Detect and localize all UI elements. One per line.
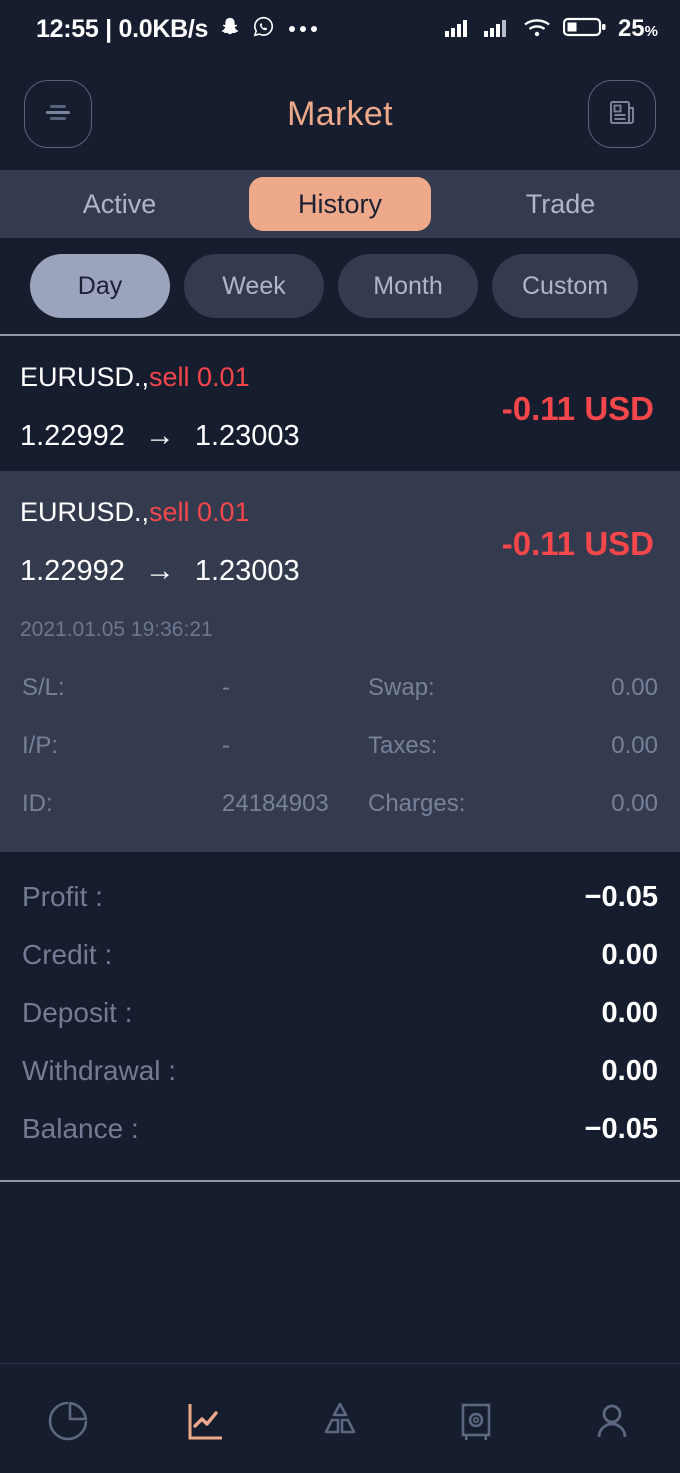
summary-value: 0.00 [601, 996, 658, 1029]
trade-symbol: EURUSD.,sell 0.01 [20, 497, 250, 527]
detail-taxes-value: 0.00 [611, 732, 658, 759]
battery-percent: 25% [617, 15, 658, 42]
news-button[interactable] [588, 80, 656, 148]
summary-value: 0.00 [601, 938, 658, 971]
detail-taxes-label: Taxes: [368, 732, 438, 759]
trade-row[interactable]: EURUSD.,sell 0.01 1.22992 → 1.23003 -0.1… [0, 336, 680, 471]
summary-row-withdrawal: Withdrawal : 0.00 [22, 1042, 658, 1100]
trade-close-price: 1.23003 [194, 554, 300, 587]
detail-id: ID: 24184903 [22, 790, 340, 818]
status-bar-right: 25% [444, 15, 658, 44]
status-bar-left: 12:55 | 0.0KB/s [36, 14, 318, 44]
pyramid-icon [314, 1395, 366, 1452]
summary-label: Balance : [22, 1113, 139, 1144]
summary-value: −0.05 [584, 1112, 658, 1145]
period-chip-custom[interactable]: Custom [492, 254, 639, 318]
nav-item-settings[interactable] [408, 1395, 544, 1452]
summary-value: 0.00 [601, 1054, 658, 1087]
summary-label: Withdrawal : [22, 1055, 177, 1086]
summary-row-deposit: Deposit : 0.00 [22, 984, 658, 1042]
more-dots-icon [289, 26, 318, 32]
status-bar: 12:55 | 0.0KB/s 25% [0, 0, 680, 58]
trade-side: sell 0.01 [149, 362, 250, 392]
trade-symbol: EURUSD.,sell 0.01 [20, 362, 250, 392]
profile-person-icon [586, 1395, 638, 1452]
arrow-right-icon: → [144, 419, 175, 452]
account-summary: Profit : −0.05 Credit : 0.00 Deposit : 0… [0, 852, 680, 1180]
newspaper-icon [605, 95, 639, 134]
tab-trade[interactable]: Trade [441, 170, 680, 238]
detail-swap-value: 0.00 [611, 674, 658, 701]
trade-profit: -0.11 USD [501, 525, 654, 562]
detail-charges-value: 0.00 [611, 790, 658, 817]
wifi-icon [522, 16, 552, 43]
signal-bars-icon [444, 16, 472, 43]
settings-board-icon [450, 1395, 502, 1452]
detail-charges-label: Charges: [368, 790, 466, 817]
period-chip-week[interactable]: Week [184, 254, 324, 318]
detail-swap: Swap: 0.00 [340, 674, 658, 702]
empty-area [0, 1182, 680, 1364]
period-chip-day[interactable]: Day [30, 254, 170, 318]
nav-item-profile[interactable] [544, 1395, 680, 1452]
bottom-nav [0, 1373, 680, 1473]
arrow-right-icon: → [144, 554, 175, 587]
page-title: Market [287, 94, 393, 133]
detail-sl: S/L: - [22, 674, 340, 702]
trade-close-price: 1.23003 [194, 419, 300, 452]
summary-label: Credit : [22, 939, 113, 970]
nav-item-portfolio[interactable] [0, 1395, 136, 1452]
period-filter-bar: Day Week Month Custom [0, 238, 680, 336]
hamburger-menu-button[interactable] [24, 80, 92, 148]
summary-label: Deposit : [22, 997, 133, 1028]
detail-taxes: Taxes: 0.00 [340, 732, 658, 760]
signal-bars-icon [483, 16, 511, 43]
trade-open-price: 1.22992 [20, 554, 125, 587]
summary-value: −0.05 [584, 880, 658, 913]
trade-details: S/L: - Swap: 0.00 I/P: - Taxes: 0.00 ID:… [0, 666, 680, 852]
main-tabs: Active History Trade [0, 170, 680, 238]
detail-ip-value: - [222, 732, 230, 759]
tab-active[interactable]: Active [0, 170, 239, 238]
app-header: Market [0, 58, 680, 170]
detail-ip-label: I/P: [22, 732, 59, 759]
nav-item-market[interactable] [136, 1395, 272, 1452]
summary-label: Profit : [22, 881, 103, 912]
nav-item-analytics[interactable] [272, 1395, 408, 1452]
line-chart-icon [178, 1395, 230, 1452]
detail-ip: I/P: - [22, 732, 340, 760]
summary-row-balance: Balance : −0.05 [22, 1100, 658, 1158]
detail-id-value: 24184903 [222, 790, 329, 817]
trade-profit: -0.11 USD [501, 390, 654, 427]
whatsapp-icon [252, 15, 275, 43]
trade-side: sell 0.01 [149, 497, 250, 527]
trade-open-price: 1.22992 [20, 419, 125, 452]
detail-charges: Charges: 0.00 [340, 790, 658, 818]
snapchat-icon [219, 16, 241, 43]
detail-id-label: ID: [22, 790, 53, 817]
summary-row-profit: Profit : −0.05 [22, 868, 658, 926]
battery-icon [562, 15, 607, 44]
trade-timestamp: 2021.01.05 19:36:21 [20, 618, 213, 641]
pie-chart-icon [42, 1395, 94, 1452]
detail-sl-value: - [222, 674, 230, 701]
period-chip-month[interactable]: Month [338, 254, 478, 318]
trade-row[interactable]: EURUSD.,sell 0.01 1.22992 → 1.23003 -0.1… [0, 471, 680, 666]
tab-history[interactable]: History [249, 177, 431, 231]
summary-row-credit: Credit : 0.00 [22, 926, 658, 984]
hamburger-menu-icon [41, 97, 75, 132]
detail-swap-label: Swap: [368, 674, 435, 701]
status-time: 12:55 | 0.0KB/s [36, 14, 209, 43]
detail-sl-label: S/L: [22, 674, 65, 701]
